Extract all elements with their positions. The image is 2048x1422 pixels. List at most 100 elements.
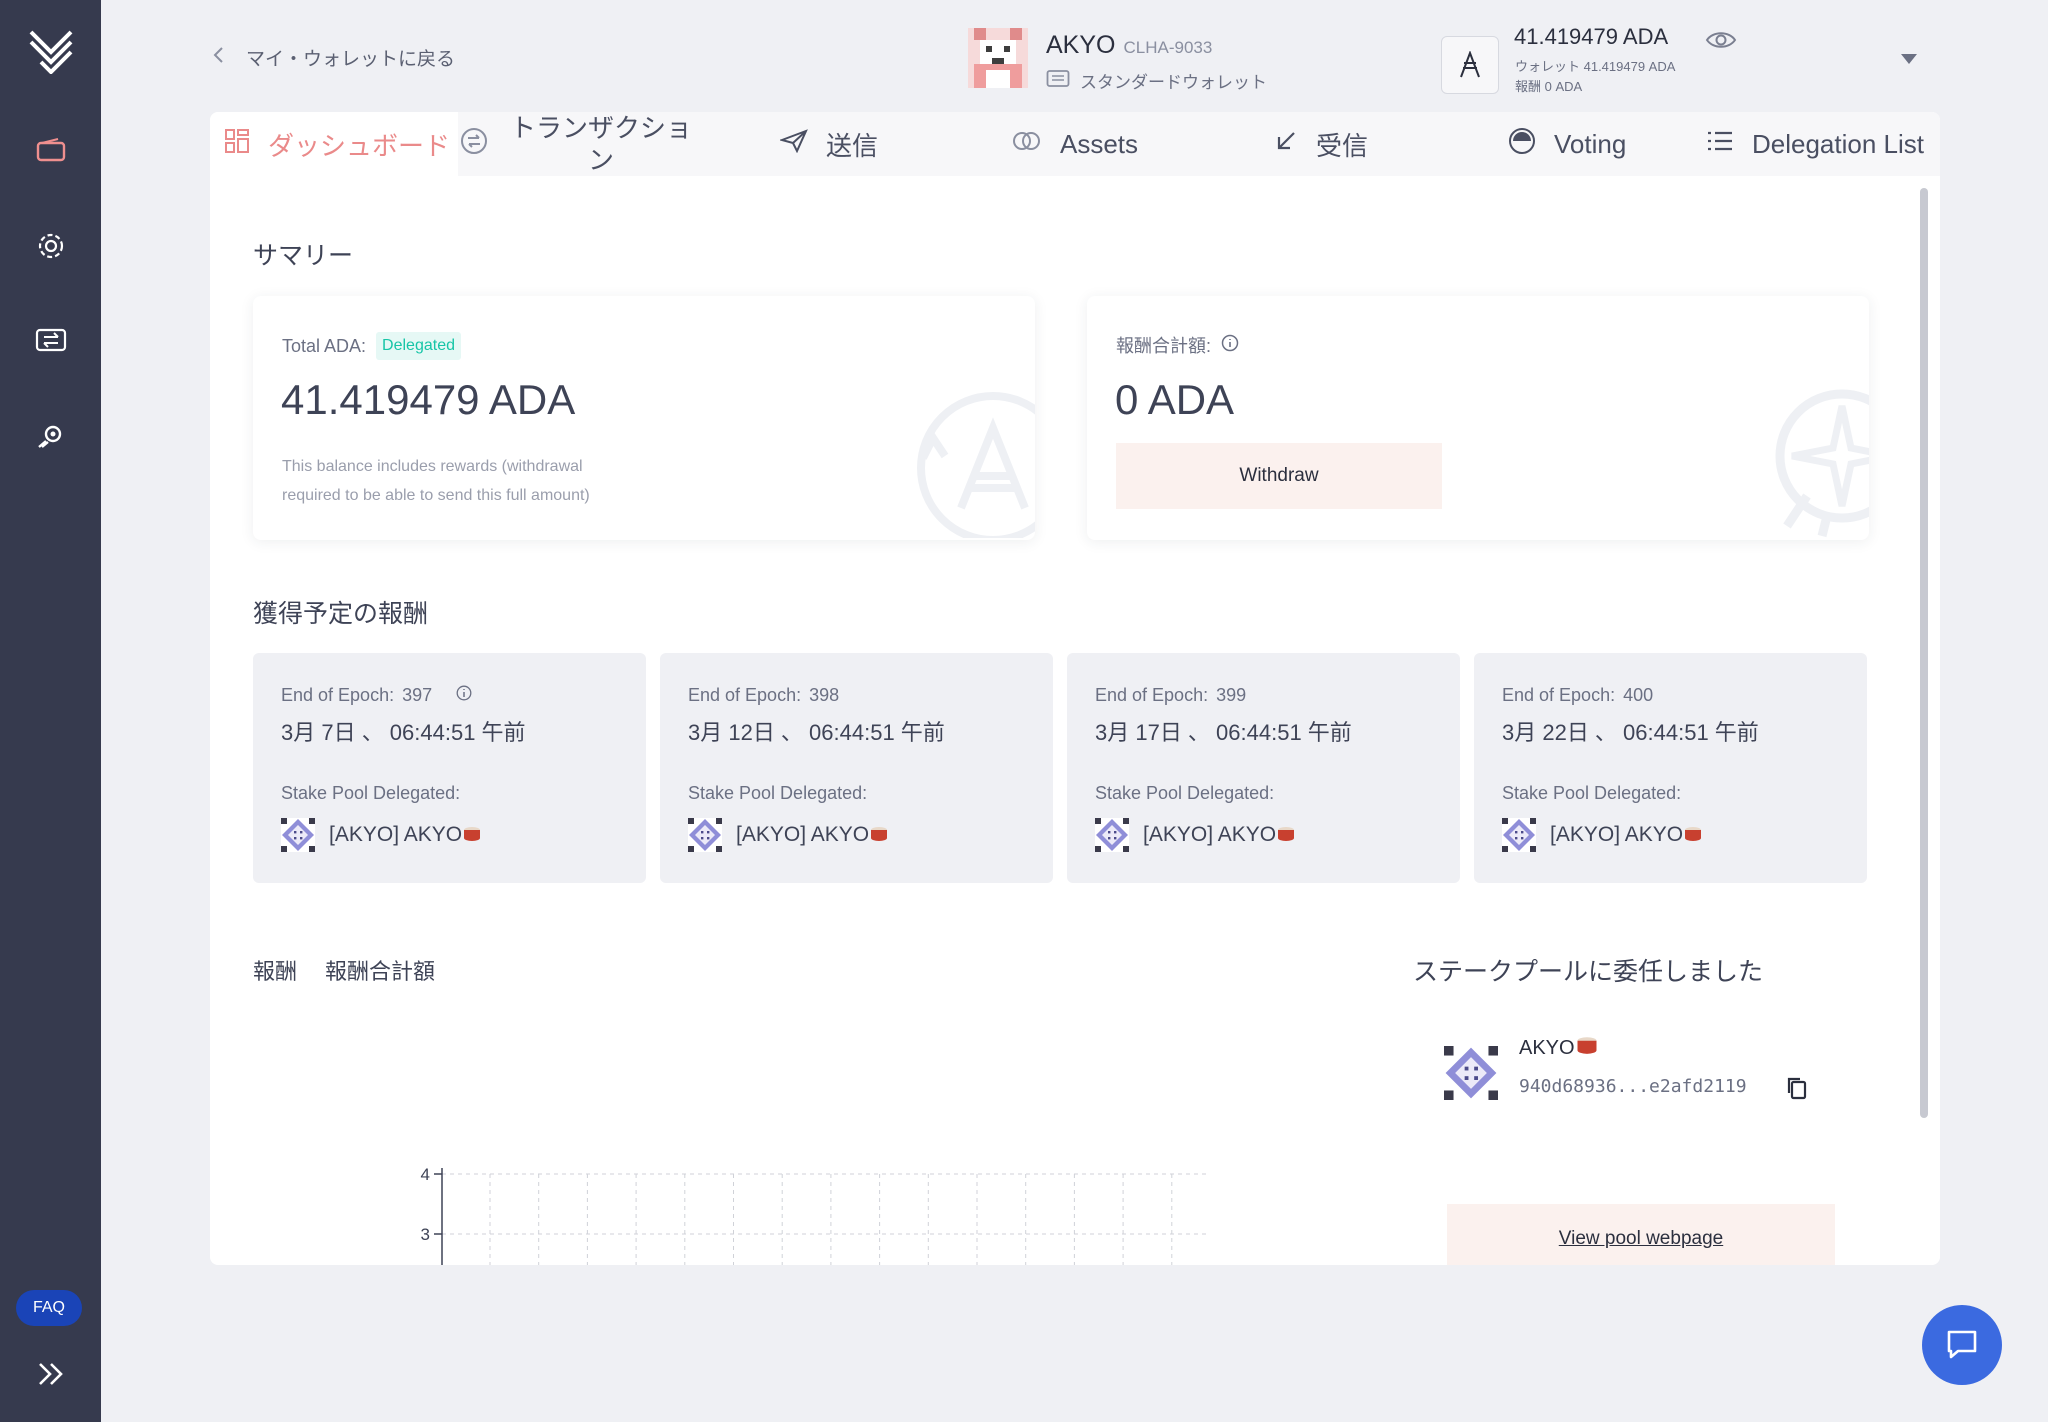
chart-tab-total-rewards[interactable]: 報酬合計額	[325, 954, 435, 986]
chart-tick-label: 3	[421, 1225, 430, 1244]
ada-watermark-icon	[913, 388, 1035, 540]
tab-transactions[interactable]: トランザクション	[460, 112, 710, 176]
epoch-card: End of Epoch: 400 3月 22日 、 06:44:51 午前 S…	[1474, 653, 1867, 883]
stake-pool-link[interactable]: [AKYO] AKYO	[1095, 818, 1432, 852]
faq-button[interactable]: FAQ	[16, 1290, 82, 1326]
tab-assets[interactable]: Assets	[1012, 112, 1138, 176]
chevron-down-icon[interactable]	[1900, 52, 1918, 70]
stake-pool-label: Stake Pool Delegated:	[281, 783, 461, 803]
wallet-icon[interactable]	[0, 132, 101, 168]
stake-pool-link[interactable]: [AKYO] AKYO	[688, 818, 1025, 852]
epoch-card: End of Epoch: 398 3月 12日 、 06:44:51 午前 S…	[660, 653, 1053, 883]
tab-delegation-list-label: Delegation List	[1752, 128, 1924, 159]
receive-icon	[1274, 129, 1298, 160]
info-icon[interactable]	[456, 685, 472, 706]
chart-tab-rewards[interactable]: 報酬	[253, 954, 297, 986]
total-ada-label: Total ADA:	[282, 335, 367, 356]
balance-note-line1: This balance includes rewards (withdrawa…	[282, 458, 583, 475]
tab-dashboard-label: ダッシュボード	[268, 130, 451, 161]
stake-pool-link[interactable]: [AKYO] AKYO	[1502, 818, 1839, 852]
rewards-total-value: 0 ADA	[1115, 376, 1235, 423]
pool-avatar	[688, 818, 722, 852]
back-link[interactable]: マイ・ウォレットに戻る	[212, 44, 455, 71]
main-panel: ダッシュボード トランザクション 送信 Assets 受信 Voting Del…	[210, 112, 1940, 1265]
tab-delegation-list[interactable]: Delegation List	[1706, 112, 1924, 176]
upcoming-rewards-title: 獲得予定の報酬	[253, 600, 429, 628]
list-icon	[1706, 129, 1734, 160]
stake-pool-name: [AKYO] AKYO	[1550, 823, 1702, 847]
stake-pool-label: Stake Pool Delegated:	[1095, 783, 1275, 803]
delegated-pool-title: ステークプールに委任しました	[1413, 958, 1764, 986]
total-ada-value: 41.419479 ADA	[281, 376, 576, 423]
voting-icon	[1508, 127, 1536, 162]
chart-tab-bar: 報酬 報酬合計額	[253, 954, 435, 986]
tab-send[interactable]: 送信	[778, 112, 879, 176]
epoch-date: 3月 12日 、 06:44:51 午前	[688, 720, 945, 745]
balance-note-line2: required to be able to send this full am…	[282, 487, 590, 504]
pool-avatar	[1095, 818, 1129, 852]
drum-icon	[1577, 1037, 1597, 1054]
scrollbar[interactable]	[1920, 188, 1928, 1118]
stake-pool-link[interactable]: [AKYO] AKYO	[281, 818, 618, 852]
wallet-balance: 41.419479 ADA	[1514, 24, 1669, 49]
epoch-number: 399	[1216, 685, 1247, 705]
chart-tick-label: 4	[421, 1165, 430, 1184]
info-icon[interactable]	[1221, 334, 1239, 357]
tab-voting[interactable]: Voting	[1508, 112, 1626, 176]
pool-avatar	[281, 818, 315, 852]
tab-dashboard[interactable]: ダッシュボード	[210, 112, 458, 176]
drum-icon	[1278, 827, 1295, 841]
sidebar: FAQ	[0, 0, 101, 1422]
rewards-chart: 4321報酬	[421, 1165, 1208, 1265]
view-pool-webpage-button[interactable]: View pool webpage	[1447, 1204, 1835, 1265]
send-icon	[778, 128, 808, 160]
stake-pool-name: [AKYO] AKYO	[736, 823, 888, 847]
epoch-date: 3月 22日 、 06:44:51 午前	[1502, 720, 1759, 745]
tab-bar: ダッシュボード トランザクション 送信 Assets 受信 Voting Del…	[210, 112, 1940, 176]
epoch-date: 3月 7日 、 06:44:51 午前	[281, 720, 526, 745]
tab-receive[interactable]: 受信	[1274, 112, 1368, 176]
chat-button[interactable]	[1922, 1305, 2002, 1385]
app-logo-icon[interactable]	[0, 20, 101, 80]
epoch-date: 3月 17日 、 06:44:51 午前	[1095, 720, 1352, 745]
wallet-code: CLHA-9033	[1123, 38, 1213, 57]
epoch-number: 398	[809, 685, 840, 705]
transactions-icon	[460, 127, 488, 162]
settings-icon[interactable]	[0, 228, 101, 264]
staking-icon[interactable]	[0, 418, 101, 454]
stake-pool-label: Stake Pool Delegated:	[1502, 783, 1682, 803]
rewards-card: 報酬合計額: 0 ADA Withdraw	[1087, 296, 1869, 540]
wallet-balance-detail: ウォレット 41.419479 ADA	[1515, 59, 1676, 74]
wallet-avatar	[968, 28, 1028, 88]
rewards-total-label: 報酬合計額:	[1116, 336, 1212, 356]
tab-receive-label: 受信	[1316, 130, 1369, 161]
transfer-icon[interactable]	[0, 322, 101, 358]
wallet-type-label: スタンダードウォレット	[1080, 73, 1267, 92]
delegated-pool-hash: 940d68936...e2afd2119	[1519, 1076, 1747, 1097]
wallet-type-icon	[1046, 68, 1070, 93]
epoch-label: End of Epoch:	[688, 685, 802, 705]
pool-avatar	[1502, 818, 1536, 852]
stake-pool-label: Stake Pool Delegated:	[688, 783, 868, 803]
wallet-identity: AKYO CLHA-9033 スタンダードウォレット	[968, 28, 1267, 93]
chevron-left-icon	[212, 46, 224, 70]
epoch-number: 397	[402, 685, 433, 705]
epoch-number: 400	[1623, 685, 1654, 705]
withdraw-button[interactable]: Withdraw	[1116, 443, 1442, 509]
tab-send-label: 送信	[826, 130, 879, 161]
back-link-label: マイ・ウォレットに戻る	[246, 49, 456, 70]
status-badge: Delegated	[376, 332, 461, 360]
epoch-card: End of Epoch: 397 3月 7日 、 06:44:51 午前 St…	[253, 653, 646, 883]
epoch-label: End of Epoch:	[281, 685, 395, 705]
wallet-name: AKYO	[1046, 31, 1116, 59]
tab-transactions-label: トランザクション	[509, 113, 692, 175]
total-ada-card: Total ADA: Delegated 41.419479 ADA This …	[253, 296, 1035, 540]
epoch-label: End of Epoch:	[1095, 685, 1209, 705]
delegated-pool-avatar	[1444, 1046, 1498, 1100]
expand-sidebar-icon[interactable]	[0, 1356, 101, 1392]
eye-icon[interactable]	[1705, 28, 1737, 57]
stake-pool-name: [AKYO] AKYO	[329, 823, 481, 847]
copy-icon[interactable]	[1786, 1076, 1808, 1105]
tab-voting-label: Voting	[1554, 128, 1627, 159]
epoch-label: End of Epoch:	[1502, 685, 1616, 705]
